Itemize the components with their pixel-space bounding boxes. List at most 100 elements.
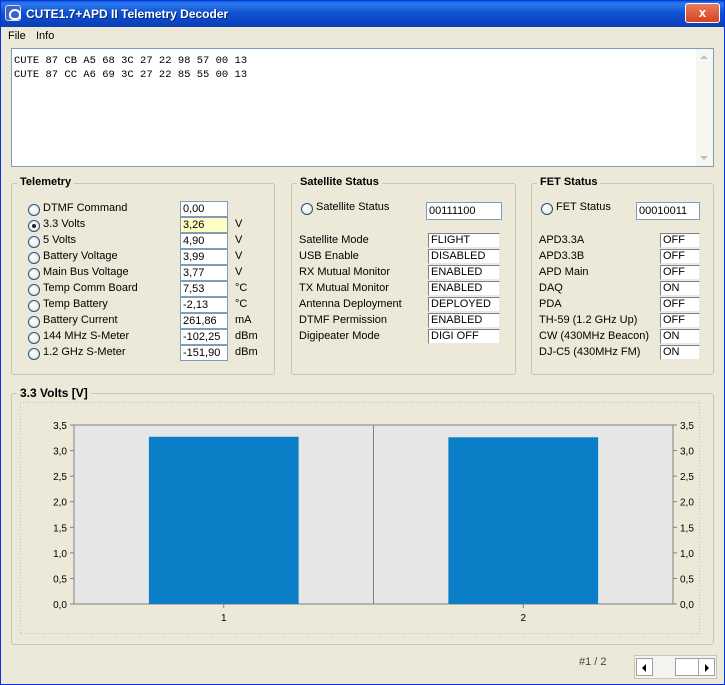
satellite-mode-label: RX Mutual Monitor	[299, 266, 391, 278]
satellite-mode-value: DIGI OFF	[428, 329, 500, 344]
menu-bar: File Info	[1, 27, 724, 46]
fet-label: CW (430MHz Beacon)	[539, 330, 650, 342]
fet-label: APD3.3A	[539, 234, 585, 246]
telemetry-group: Telemetry DTMF Command 0,00 3.3 Volts 3,26 V…	[11, 176, 275, 375]
raw-frame-line: CUTE 87 CB A5 68 3C 27 22 98 57 00 13	[14, 55, 248, 67]
telemetry-value[interactable]: 261,86	[180, 313, 228, 329]
telemetry-radio[interactable]	[28, 204, 40, 216]
raw-frames-scrollbar[interactable]	[696, 49, 713, 166]
chart-bar	[148, 436, 299, 604]
telemetry-unit: °C	[235, 282, 248, 294]
fet-label: DAQ	[539, 282, 563, 294]
fet-value: OFF	[660, 313, 700, 328]
telemetry-value[interactable]: 3,26	[180, 217, 228, 233]
y-tick-label-right: 2,5	[680, 472, 694, 483]
satellite-mode-value: ENABLED	[428, 281, 500, 296]
telemetry-radio[interactable]	[28, 332, 40, 344]
telemetry-radio[interactable]	[28, 348, 40, 360]
telemetry-radio[interactable]	[28, 316, 40, 328]
y-tick-label-left: 0,0	[53, 600, 67, 611]
fet-status-radio[interactable]	[541, 203, 553, 215]
scroll-up-icon[interactable]	[700, 55, 708, 59]
telemetry-value[interactable]: -2,13	[180, 297, 228, 313]
telemetry-label[interactable]: Temp Comm Board	[43, 282, 138, 294]
fet-label: TH-59 (1.2 GHz Up)	[539, 314, 638, 326]
y-tick-label-right: 0,5	[680, 574, 694, 585]
window-title: CUTE1.7+APD II Telemetry Decoder	[26, 7, 229, 21]
scroll-thumb[interactable]	[675, 658, 700, 676]
satellite-mode-label: Antenna Deployment	[299, 298, 402, 310]
telemetry-value[interactable]: -151,90	[180, 345, 228, 361]
telemetry-radio[interactable]	[28, 300, 40, 312]
chart-group: 3.3 Volts [V] 0,0 0,0 0,5 0,5 1,0 1,0 1,5 1,5 2,…	[11, 386, 714, 645]
page-scrollbar[interactable]	[634, 655, 717, 679]
y-tick-label-left: 1,0	[53, 549, 67, 560]
page-indicator: #1 / 2	[579, 656, 607, 668]
telemetry-value[interactable]: 3,99	[180, 249, 228, 265]
satellite-mode-value: ENABLED	[428, 313, 500, 328]
raw-frames-textbox[interactable]: CUTE 87 CB A5 68 3C 27 22 98 57 00 13 CU…	[11, 48, 714, 167]
telemetry-unit: V	[235, 250, 243, 262]
telemetry-value[interactable]: 3,77	[180, 265, 228, 281]
y-tick-label-right: 3,5	[680, 421, 694, 432]
fet-status-value[interactable]: 00010011	[636, 202, 700, 220]
telemetry-value[interactable]: 4,90	[180, 233, 228, 249]
scroll-right-icon[interactable]	[698, 658, 715, 676]
x-tick-label: 2	[520, 613, 526, 624]
y-tick-label-left: 3,5	[53, 421, 67, 432]
telemetry-label[interactable]: Battery Voltage	[43, 250, 118, 262]
raw-frame-line: CUTE 87 CC A6 69 3C 27 22 85 55 00 13	[14, 69, 248, 81]
fet-status-radio-label[interactable]: FET Status	[556, 201, 611, 213]
telemetry-radio[interactable]	[28, 284, 40, 296]
fet-status-group: FET Status FET Status 00010011 APD3.3A OF…	[531, 176, 714, 375]
telemetry-radio[interactable]	[28, 220, 40, 232]
satellite-mode-value: ENABLED	[428, 265, 500, 280]
telemetry-value[interactable]: -102,25	[180, 329, 228, 345]
telemetry-unit: dBm	[235, 330, 258, 342]
fet-value: OFF	[660, 249, 700, 264]
telemetry-unit: V	[235, 266, 243, 278]
telemetry-label[interactable]: 3.3 Volts	[43, 218, 85, 230]
main-window: CUTE1.7+APD II Telemetry Decoder x File …	[0, 0, 725, 685]
telemetry-label[interactable]: Temp Battery	[43, 298, 108, 310]
satellite-app-icon	[5, 5, 21, 21]
telemetry-label[interactable]: 144 MHz S-Meter	[43, 330, 129, 342]
fet-value: OFF	[660, 233, 700, 248]
telemetry-unit: dBm	[235, 346, 258, 358]
fet-status-title: FET Status	[537, 176, 601, 188]
telemetry-label[interactable]: Main Bus Voltage	[43, 266, 129, 278]
telemetry-value[interactable]: 7,53	[180, 281, 228, 297]
y-tick-label-right: 1,5	[680, 523, 694, 534]
scroll-down-icon[interactable]	[700, 156, 708, 160]
y-tick-label-right: 3,0	[680, 447, 694, 458]
y-tick-label-left: 0,5	[53, 574, 67, 585]
satellite-mode-value: DEPLOYED	[428, 297, 500, 312]
telemetry-unit: V	[235, 234, 243, 246]
telemetry-label[interactable]: DTMF Command	[43, 202, 127, 214]
y-tick-label-left: 2,0	[53, 498, 67, 509]
satellite-mode-label: Digipeater Mode	[299, 330, 380, 342]
telemetry-label[interactable]: Battery Current	[43, 314, 118, 326]
telemetry-unit: mA	[235, 314, 252, 326]
satellite-status-radio[interactable]	[301, 203, 313, 215]
telemetry-radio[interactable]	[28, 252, 40, 264]
satellite-mode-value: FLIGHT	[428, 233, 500, 248]
satellite-status-radio-label[interactable]: Satellite Status	[316, 201, 389, 213]
title-bar[interactable]: CUTE1.7+APD II Telemetry Decoder x	[1, 1, 724, 27]
scroll-left-icon[interactable]	[636, 658, 653, 676]
y-tick-label-left: 3,0	[53, 447, 67, 458]
chart-title: 3.3 Volts [V]	[17, 386, 91, 400]
menu-info[interactable]: Info	[36, 30, 54, 42]
close-button[interactable]: x	[685, 3, 720, 23]
telemetry-label[interactable]: 5 Volts	[43, 234, 76, 246]
satellite-status-value[interactable]: 00111100	[426, 202, 502, 220]
chart-bar	[448, 437, 599, 604]
telemetry-label[interactable]: 1.2 GHz S-Meter	[43, 346, 126, 358]
telemetry-radio[interactable]	[28, 268, 40, 280]
satellite-status-title: Satellite Status	[297, 176, 382, 188]
telemetry-value[interactable]: 0,00	[180, 201, 228, 217]
menu-file[interactable]: File	[8, 30, 26, 42]
fet-value: ON	[660, 329, 700, 344]
telemetry-radio[interactable]	[28, 236, 40, 248]
telemetry-unit: °C	[235, 298, 248, 310]
